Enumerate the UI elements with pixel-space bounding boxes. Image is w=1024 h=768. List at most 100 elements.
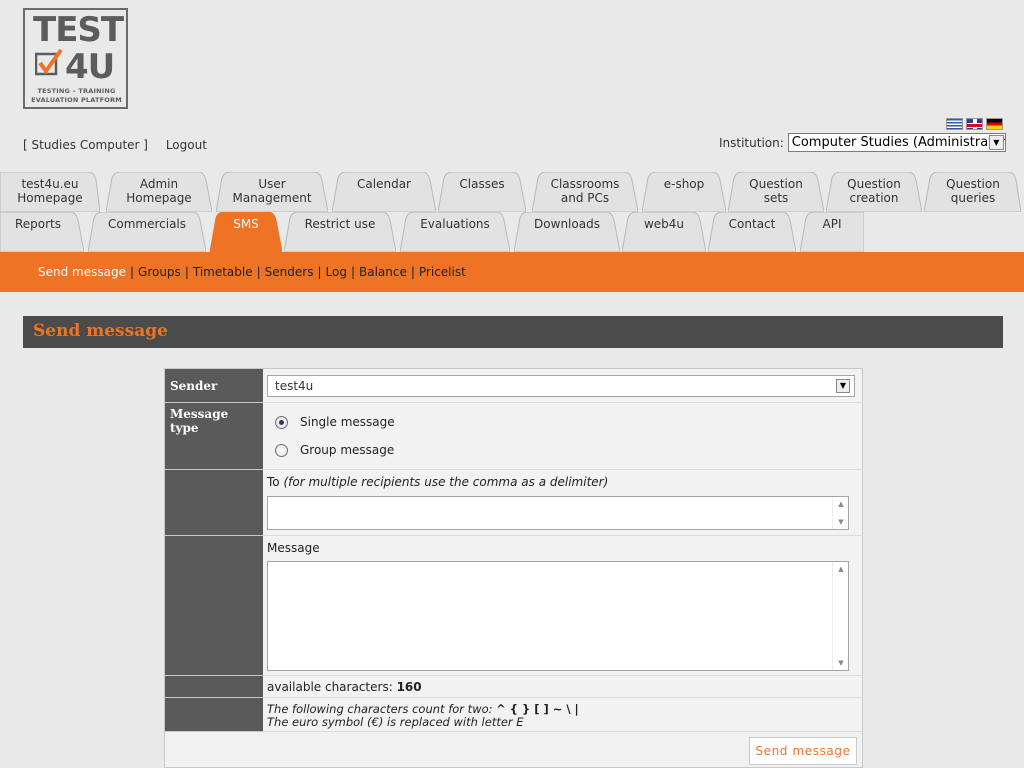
tab-classrooms[interactable]: Classrooms and PCs xyxy=(532,172,638,212)
message-scrollbar[interactable]: ▲ ▼ xyxy=(832,562,848,670)
to-cell: To (for multiple recipients use the comm… xyxy=(263,470,862,536)
tab-label: Question xyxy=(847,177,901,191)
test4u-logo: TEST 4U TESTING – TRAINING EVALUATION PL… xyxy=(23,8,128,109)
institution-select[interactable]: Computer Studies (Administrator) ▼ xyxy=(787,133,1006,152)
tab-label: API xyxy=(822,217,842,231)
tab-test4u-homepage[interactable]: test4u.eu Homepage xyxy=(0,172,100,212)
tab-question-queries[interactable]: Question queries xyxy=(924,172,1022,212)
message-cell: Message ▲ ▼ xyxy=(263,536,862,676)
avail-cell: available characters: 160 xyxy=(263,676,862,698)
euro-note: The euro symbol (€) is replaced with let… xyxy=(267,715,524,729)
subnav-balance[interactable]: Balance xyxy=(359,265,407,279)
tab-classes[interactable]: Classes xyxy=(438,172,526,212)
tab-evaluations[interactable]: Evaluations xyxy=(400,212,510,252)
top-links: [ Studies Computer ] Logout xyxy=(23,138,221,152)
tab-label: and PCs xyxy=(560,191,610,205)
tab-label: e-shop xyxy=(663,177,705,191)
group-message-label: Group message xyxy=(300,443,395,457)
single-message-option[interactable]: Single message xyxy=(275,415,395,429)
subnav-timetable[interactable]: Timetable xyxy=(193,265,253,279)
main-tabs-row2: Reports Commercials SMS Restrict use Eva… xyxy=(0,212,1024,252)
logo-line2: 4U xyxy=(65,47,115,87)
uk-flag-icon[interactable] xyxy=(966,118,983,130)
chevron-down-icon[interactable]: ▼ xyxy=(988,135,1004,150)
tab-user-management[interactable]: User Management xyxy=(216,172,328,212)
send-message-button[interactable]: Send message xyxy=(749,737,857,765)
tab-label: Management xyxy=(232,191,312,205)
notes-label-cell xyxy=(165,698,263,732)
tab-label: Commercials xyxy=(107,217,187,231)
tab-question-creation[interactable]: Question creation xyxy=(826,172,922,212)
tab-contact[interactable]: Contact xyxy=(708,212,796,252)
tab-label: queries xyxy=(950,191,996,205)
tab-label: test4u.eu xyxy=(21,177,79,191)
double-chars-note: The following characters count for two: … xyxy=(267,702,579,716)
logout-link[interactable]: Logout xyxy=(166,138,207,152)
single-message-label: Single message xyxy=(300,415,395,429)
chevron-down-icon[interactable]: ▼ xyxy=(836,379,850,393)
tab-label: sets xyxy=(763,191,789,205)
subnav-pricelist[interactable]: Pricelist xyxy=(419,265,466,279)
tab-label: Evaluations xyxy=(420,217,490,231)
tab-web4u[interactable]: web4u xyxy=(622,212,706,252)
main-tabs-row1: test4u.eu Homepage Admin Homepage User Mana… xyxy=(0,172,1024,212)
institution-value: Computer Studies (Administrator) xyxy=(791,135,1006,150)
tab-label: User xyxy=(258,177,286,191)
tab-question-sets[interactable]: Question sets xyxy=(728,172,824,212)
subnav-send-message[interactable]: Send message xyxy=(38,265,126,279)
tab-label: Calendar xyxy=(357,177,411,191)
tab-label: Homepage xyxy=(126,191,192,205)
sender-label: Sender xyxy=(165,369,263,403)
available-characters: available characters: 160 xyxy=(267,680,422,694)
tab-label: Restrict use xyxy=(304,217,376,231)
logo-line1: TEST xyxy=(33,10,124,50)
subnav-groups[interactable]: Groups xyxy=(138,265,181,279)
tab-reports[interactable]: Reports xyxy=(0,212,84,252)
message-textarea[interactable]: ▲ ▼ xyxy=(267,561,849,671)
single-message-radio[interactable] xyxy=(275,415,288,429)
page-heading-bar: Send message xyxy=(23,316,1003,348)
sender-value: test4u xyxy=(275,379,314,393)
group-message-option[interactable]: Group message xyxy=(275,443,394,457)
message-type-cell: Single message Group message xyxy=(263,403,862,470)
tab-label: Downloads xyxy=(534,217,600,231)
message-label-cell xyxy=(165,536,263,676)
tab-commercials[interactable]: Commercials xyxy=(88,212,206,252)
tab-label: SMS xyxy=(233,217,259,231)
tab-label: Question xyxy=(946,177,1000,191)
tab-label: Admin xyxy=(139,177,179,191)
tab-downloads[interactable]: Downloads xyxy=(514,212,620,252)
to-scrollbar[interactable]: ▲ ▼ xyxy=(832,497,848,529)
logo-tagline2: EVALUATION PLATFORM xyxy=(31,96,122,104)
subnav-log[interactable]: Log xyxy=(326,265,347,279)
german-flag-icon[interactable] xyxy=(986,118,1003,130)
tab-label: Classes xyxy=(459,177,505,191)
tab-label: web4u xyxy=(643,217,685,231)
subnav-senders[interactable]: Senders xyxy=(265,265,314,279)
checkmark-icon xyxy=(35,48,63,76)
tab-eshop[interactable]: e-shop xyxy=(642,172,726,212)
greek-flag-icon[interactable] xyxy=(946,118,963,130)
sender-cell: test4u ▼ xyxy=(263,369,862,403)
double-chars: ^ { } [ ] ~ \ | xyxy=(496,702,579,716)
tab-label: Contact xyxy=(728,217,776,231)
tab-label: Homepage xyxy=(17,191,83,205)
tab-sms[interactable]: SMS xyxy=(210,212,282,252)
send-message-form: Sender test4u ▼ Message type Single mess… xyxy=(164,368,863,768)
group-message-radio[interactable] xyxy=(275,443,288,457)
tab-calendar[interactable]: Calendar xyxy=(332,172,436,212)
tab-admin-homepage[interactable]: Admin Homepage xyxy=(106,172,212,212)
tab-label: Reports xyxy=(14,217,62,231)
to-textarea[interactable]: ▲ ▼ xyxy=(267,496,849,530)
tab-label: Question xyxy=(749,177,803,191)
institution-label: Institution: xyxy=(719,135,784,150)
message-label: Message xyxy=(267,541,320,555)
page-title: Send message xyxy=(33,321,168,341)
tab-label: Classrooms xyxy=(550,177,620,191)
logo-tagline1: TESTING – TRAINING xyxy=(37,87,116,95)
institution-selector: Institution: Computer Studies (Administr… xyxy=(719,133,1006,152)
user-link[interactable]: [ Studies Computer ] xyxy=(23,138,148,152)
sender-select[interactable]: test4u ▼ xyxy=(267,375,855,397)
tab-api[interactable]: API xyxy=(800,212,864,252)
tab-restrict-use[interactable]: Restrict use xyxy=(284,212,396,252)
